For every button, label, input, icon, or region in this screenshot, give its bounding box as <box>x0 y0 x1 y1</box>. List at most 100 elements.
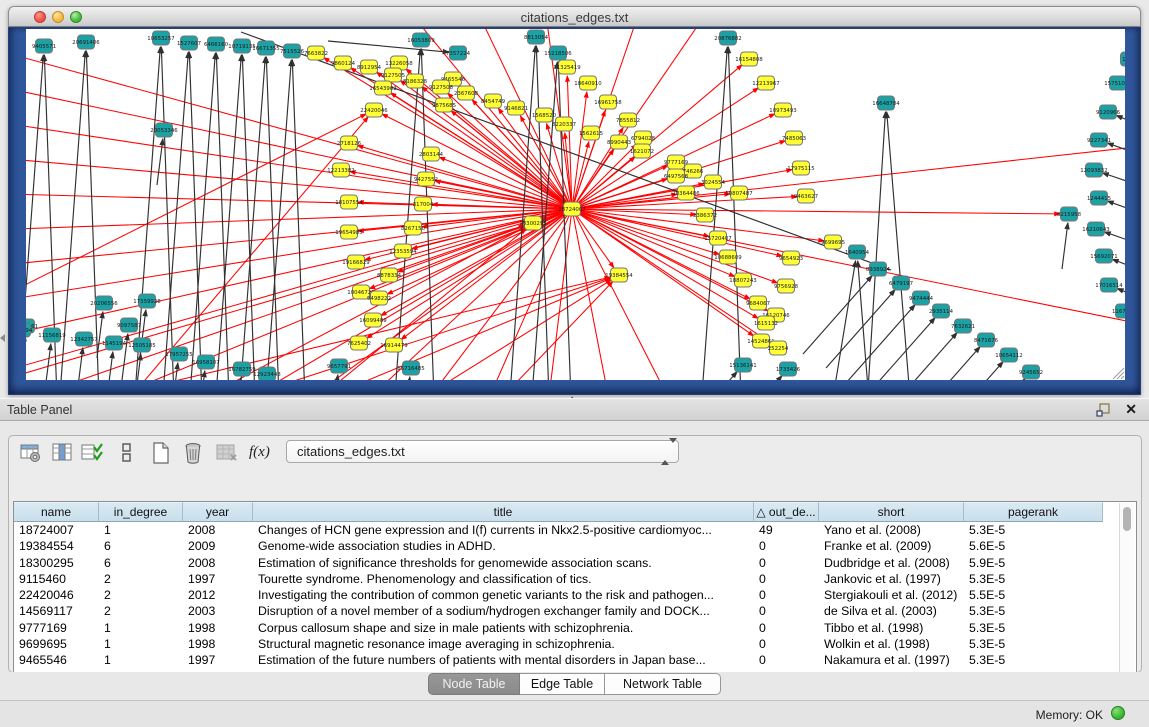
table-cell[interactable]: Corpus callosum shape and size in male p… <box>253 620 754 636</box>
show-columns-icon[interactable] <box>49 440 77 466</box>
table-cell[interactable]: 5.3E-5 <box>964 571 1103 587</box>
table-cell[interactable]: 2008 <box>183 522 253 538</box>
table-cell[interactable]: 5.3E-5 <box>964 636 1103 652</box>
memory-ok-indicator[interactable] <box>1111 706 1125 720</box>
column-header-out_de[interactable]: △ out_de... <box>754 502 819 522</box>
vertical-scrollbar[interactable] <box>1119 503 1134 684</box>
table-cell[interactable]: 0 <box>754 587 819 603</box>
table-cell[interactable]: 1 <box>99 636 183 652</box>
delete-table-icon[interactable] <box>179 440 207 466</box>
select-columns-icon[interactable] <box>79 440 107 466</box>
table-cell[interactable]: 1997 <box>183 652 253 668</box>
rows-icon[interactable] <box>113 440 141 466</box>
table-cell[interactable]: 2008 <box>183 555 253 571</box>
table-cell[interactable]: Estimation of significance thresholds fo… <box>253 555 754 571</box>
table-cell[interactable]: 19384554 <box>14 538 99 554</box>
table-cell[interactable]: 6 <box>99 555 183 571</box>
table-cell[interactable]: 0 <box>754 571 819 587</box>
table-cell[interactable]: 9699695 <box>14 636 99 652</box>
column-header-year[interactable]: year <box>183 502 253 522</box>
table-row[interactable]: 1456911722003Disruption of a novel membe… <box>14 603 1114 619</box>
table-cell[interactable]: 0 <box>754 603 819 619</box>
table-cell[interactable]: 2 <box>99 603 183 619</box>
table-cell[interactable]: 2 <box>99 587 183 603</box>
column-header-name[interactable]: name <box>14 502 99 522</box>
table-cell[interactable]: Estimation of the future numbers of pati… <box>253 652 754 668</box>
table-cell[interactable]: 9465546 <box>14 652 99 668</box>
table-cell[interactable]: 14569117 <box>14 603 99 619</box>
table-cell[interactable]: 22420046 <box>14 587 99 603</box>
table-cell[interactable]: 2 <box>99 571 183 587</box>
table-cell[interactable]: Jankovic et al. (1997) <box>819 571 964 587</box>
tab-network-table[interactable]: Network Table <box>605 673 721 695</box>
panel-collapse-arrow-icon[interactable] <box>0 334 5 342</box>
table-cell[interactable]: 5.5E-5 <box>964 587 1103 603</box>
table-cell[interactable]: 5.6E-5 <box>964 538 1103 554</box>
table-cell[interactable]: 5.3E-5 <box>964 603 1103 619</box>
table-cell[interactable]: 9115460 <box>14 571 99 587</box>
column-header-pagerank[interactable]: pagerank <box>964 502 1103 522</box>
resize-grip-icon[interactable] <box>1113 368 1124 379</box>
table-cell[interactable]: Investigating the contribution of common… <box>253 587 754 603</box>
table-cell[interactable]: 1998 <box>183 636 253 652</box>
table-cell[interactable]: 2003 <box>183 603 253 619</box>
table-cell[interactable]: 5.9E-5 <box>964 555 1103 571</box>
table-row[interactable]: 946554611997Estimation of the future num… <box>14 652 1114 668</box>
column-header-title[interactable]: title <box>253 502 754 522</box>
table-cell[interactable]: 49 <box>754 522 819 538</box>
table-cell[interactable]: 0 <box>754 652 819 668</box>
table-cell[interactable]: 2009 <box>183 538 253 554</box>
table-row[interactable]: 911546021997Tourette syndrome. Phenomeno… <box>14 571 1114 587</box>
table-cell[interactable]: 6 <box>99 538 183 554</box>
table-cell[interactable]: 9777169 <box>14 620 99 636</box>
table-row[interactable]: 2242004622012Investigating the contribut… <box>14 587 1114 603</box>
table-row[interactable]: 1872400712008Changes of HCN gene express… <box>14 522 1114 538</box>
scrollbar-thumb[interactable] <box>1123 507 1131 531</box>
table-cell[interactable]: 2012 <box>183 587 253 603</box>
table-cell[interactable]: 0 <box>754 555 819 571</box>
table-cell[interactable]: Tibbo et al. (1998) <box>819 620 964 636</box>
table-cell[interactable]: 0 <box>754 620 819 636</box>
tab-edge-table[interactable]: Edge Table <box>520 673 605 695</box>
new-table-icon[interactable] <box>147 440 175 466</box>
column-header-in_degree[interactable]: in_degree <box>99 502 183 522</box>
table-cell[interactable]: Dudbridge et al. (2008) <box>819 555 964 571</box>
table-cell[interactable]: 1997 <box>183 571 253 587</box>
tab-node-table[interactable]: Node Table <box>428 673 520 695</box>
float-icon[interactable] <box>1096 403 1111 417</box>
function-builder-icon[interactable]: f(x) <box>249 444 277 470</box>
table-cell[interactable]: 0 <box>754 636 819 652</box>
table-cell[interactable]: de Silva et al. (2003) <box>819 603 964 619</box>
table-cell[interactable]: 5.3E-5 <box>964 652 1103 668</box>
table-cell[interactable]: Genome-wide association studies in ADHD. <box>253 538 754 554</box>
table-cell[interactable]: 5.3E-5 <box>964 522 1103 538</box>
table-row[interactable]: 969969511998Structural magnetic resonanc… <box>14 636 1114 652</box>
table-cell[interactable]: 18300295 <box>14 555 99 571</box>
table-cell[interactable]: 1 <box>99 620 183 636</box>
table-cell[interactable]: 0 <box>754 538 819 554</box>
table-cell[interactable]: Structural magnetic resonance image aver… <box>253 636 754 652</box>
table-row[interactable]: 977716911998Corpus callosum shape and si… <box>14 620 1114 636</box>
table-cell[interactable]: Tourette syndrome. Phenomenology and cla… <box>253 571 754 587</box>
close-icon[interactable]: ✕ <box>1125 401 1137 418</box>
table-cell[interactable]: Wolkin et al. (1998) <box>819 636 964 652</box>
table-cell[interactable]: 5.3E-5 <box>964 620 1103 636</box>
table-settings-icon[interactable] <box>17 440 45 466</box>
table-row[interactable]: 1830029562008Estimation of significance … <box>14 555 1114 571</box>
import-table-icon[interactable] <box>213 440 241 466</box>
table-cell[interactable]: 18724007 <box>14 522 99 538</box>
table-row[interactable]: 1938455462009Genome-wide association stu… <box>14 538 1114 554</box>
table-cell[interactable]: 1 <box>99 652 183 668</box>
table-cell[interactable]: 1998 <box>183 620 253 636</box>
table-cell[interactable]: Disruption of a novel member of a sodium… <box>253 603 754 619</box>
network-canvas[interactable]: 1872400718300295193845549860124891295413… <box>26 29 1125 380</box>
table-selector-dropdown[interactable]: citations_edges.txt <box>286 440 679 463</box>
table-cell[interactable]: Nakamura et al. (1997) <box>819 652 964 668</box>
table-cell[interactable]: Franke et al. (2009) <box>819 538 964 554</box>
table-cell[interactable]: Yano et al. (2008) <box>819 522 964 538</box>
column-header-short[interactable]: short <box>819 502 964 522</box>
table-cell[interactable]: Changes of HCN gene expression and I(f) … <box>253 522 754 538</box>
table-cell[interactable]: 1 <box>99 522 183 538</box>
table-cell[interactable]: Stergiakouli et al. (2012) <box>819 587 964 603</box>
window-titlebar[interactable]: citations_edges.txt <box>8 6 1141 27</box>
